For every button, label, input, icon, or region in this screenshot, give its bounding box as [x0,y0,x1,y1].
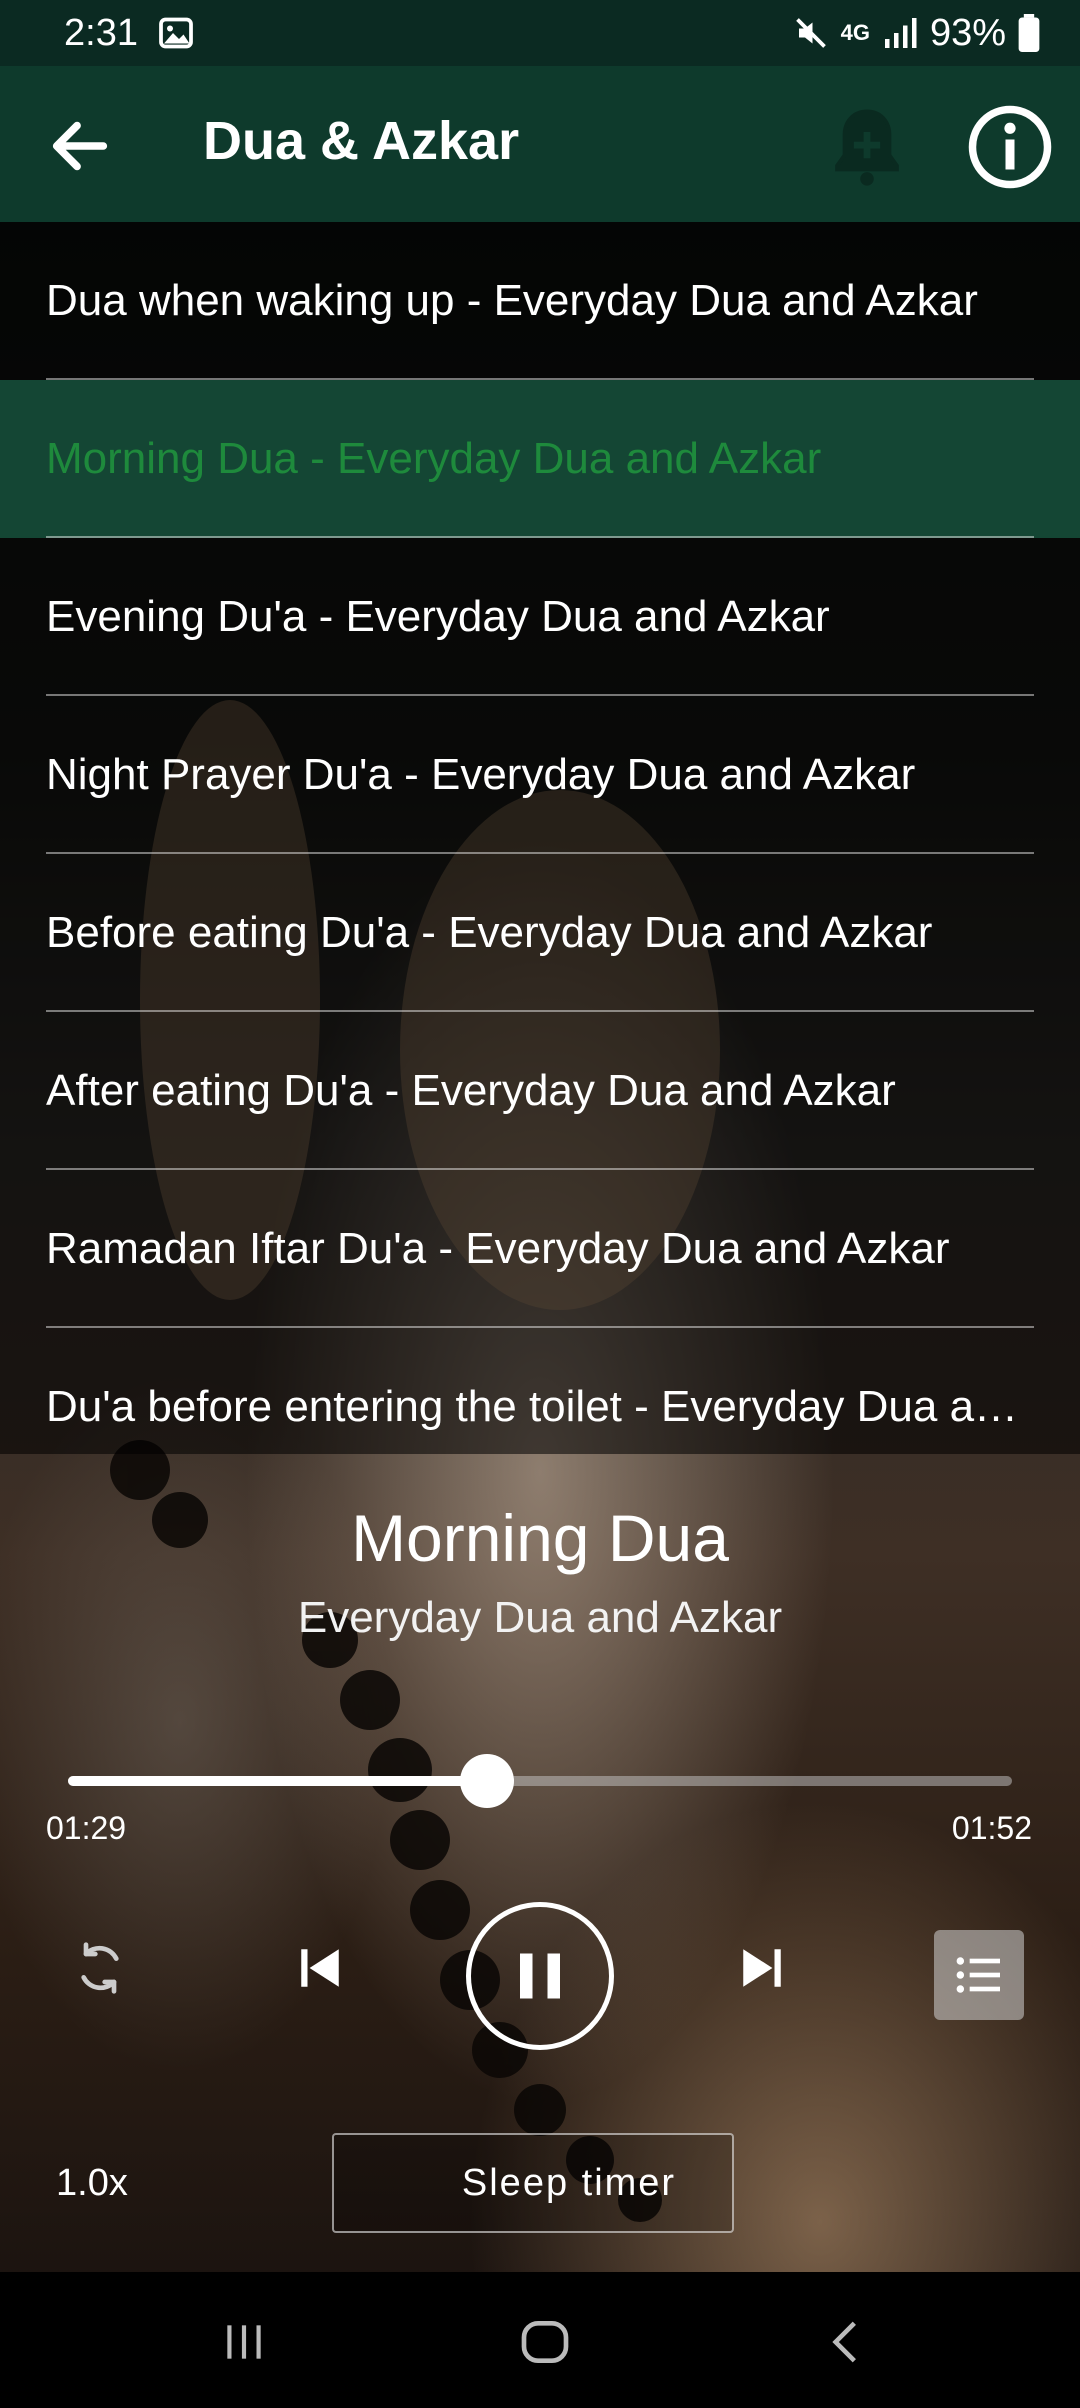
list-item[interactable]: Dua when waking up - Everyday Dua and Az… [0,222,1080,380]
seek-bar[interactable] [68,1754,1012,1808]
back-arrow-icon [52,121,108,171]
recent-apps-icon [227,2325,261,2359]
list-item[interactable]: Evening Du'a - Everyday Dua and Azkar [0,538,1080,696]
list-item[interactable]: Ramadan Iftar Du'a - Everyday Dua and Az… [0,1170,1080,1328]
track-label: Ramadan Iftar Du'a - Everyday Dua and Az… [46,1224,950,1273]
pause-button[interactable] [466,1902,614,2050]
home-button[interactable] [505,2302,585,2382]
gallery-icon [159,17,193,49]
playlist: Dua when waking up - Everyday Dua and Az… [0,222,1080,1454]
info-icon [968,105,1052,189]
list-item-active[interactable]: Morning Dua - Everyday Dua and Azkar [0,380,1080,538]
previous-icon [301,1949,339,1987]
moon-icon [399,2163,419,2203]
track-label: After eating Du'a - Everyday Dua and Azk… [46,1066,896,1115]
track-label: Du'a before entering the toilet - Everyd… [46,1382,1036,1431]
list-item[interactable]: After eating Du'a - Everyday Dua and Azk… [0,1012,1080,1170]
track-label: Dua when waking up - Everyday Dua and Az… [46,276,978,325]
battery-percent: 93% [929,11,1006,54]
recent-apps-button[interactable] [204,2302,284,2382]
now-playing-subtitle: Everyday Dua and Azkar [297,1593,783,1642]
track-label: Morning Dua - Everyday Dua and Azkar [46,434,822,483]
list-item[interactable]: Night Prayer Du'a - Everyday Dua and Azk… [0,696,1080,854]
repeat-icon [81,1942,119,1994]
track-label: Before eating Du'a - Everyday Dua and Az… [46,908,933,957]
now-playing-title: Morning Dua [351,1501,729,1575]
chevron-left-icon [832,2321,856,2363]
playlist-button[interactable] [934,1930,1024,2020]
list-item[interactable]: Du'a before entering the toilet - Everyd… [0,1328,1080,1454]
seek-bar-fill [68,1776,488,1786]
repeat-button[interactable] [60,1928,140,2008]
add-reminder-button[interactable] [822,102,912,192]
track-label: Night Prayer Du'a - Everyday Dua and Azk… [46,750,916,799]
sleep-timer-button[interactable]: Sleep timer [332,2133,734,2233]
track-label: Evening Du'a - Everyday Dua and Azkar [46,592,830,641]
signal-icon [884,18,917,48]
status-time: 2:31 [64,11,138,54]
battery-icon [1018,14,1040,52]
status-bar: 2:31 4G 93% [0,0,1080,66]
home-icon [521,2321,569,2363]
mute-icon [795,18,826,48]
seek-bar-thumb[interactable] [460,1754,515,1808]
previous-button[interactable] [280,1928,360,2008]
pause-icon [520,1953,560,1999]
elapsed-time: 01:29 [46,1810,127,1846]
total-duration: 01:52 [951,1810,1032,1846]
back-nav-button[interactable] [806,2302,886,2382]
page-title: Dua & Azkar [203,111,520,171]
bell-plus-icon [835,109,899,186]
back-button[interactable] [40,106,120,186]
network-type: 4G [840,20,870,45]
playlist-icon [956,1957,1000,1993]
playback-speed-button[interactable]: 1.0x [56,2162,128,2205]
next-button[interactable] [722,1928,802,2008]
app-bar: Dua & Azkar [0,66,1080,222]
system-nav-bar [0,2272,1080,2408]
next-icon [743,1949,781,1987]
sleep-timer-label: Sleep timer [461,2161,677,2204]
info-button[interactable] [965,102,1055,192]
list-item[interactable]: Before eating Du'a - Everyday Dua and Az… [0,854,1080,1012]
